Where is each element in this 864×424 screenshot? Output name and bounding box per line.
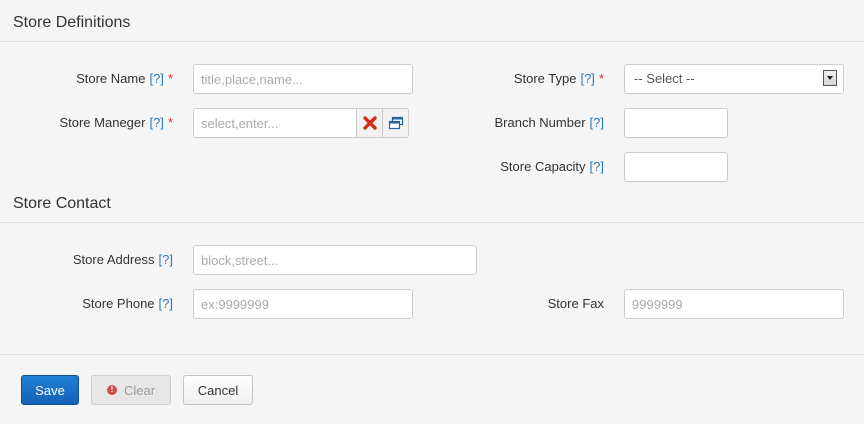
store-type-help-link[interactable]: [?] bbox=[580, 71, 594, 86]
store-phone-help-link[interactable]: [?] bbox=[159, 296, 173, 311]
store-capacity-input[interactable] bbox=[624, 152, 728, 182]
store-manager-input[interactable] bbox=[193, 108, 357, 138]
form-actions-divider bbox=[0, 354, 864, 355]
store-manager-label: Store Maneger [?] * bbox=[59, 115, 173, 131]
save-button-label: Save bbox=[35, 382, 65, 398]
store-name-input[interactable] bbox=[193, 64, 413, 94]
clear-button[interactable]: ! Clear bbox=[91, 375, 171, 405]
store-manager-label-text: Store Maneger bbox=[59, 115, 146, 130]
store-manager-lookup-button[interactable] bbox=[382, 108, 409, 138]
branch-number-input[interactable] bbox=[624, 108, 728, 138]
alert-circle-icon: ! bbox=[106, 385, 117, 395]
store-name-help-link[interactable]: [?] bbox=[149, 71, 163, 86]
section-title-store-definitions: Store Definitions bbox=[13, 14, 131, 31]
branch-number-label: Branch Number [?] bbox=[494, 115, 604, 131]
store-manager-required-marker: * bbox=[167, 115, 173, 130]
dropdown-arrow-icon[interactable] bbox=[823, 70, 837, 86]
store-type-select[interactable]: -- Select -- bbox=[624, 64, 844, 94]
windows-lookup-icon bbox=[388, 116, 403, 130]
section-divider bbox=[0, 41, 864, 42]
store-type-selected-value: -- Select -- bbox=[634, 71, 695, 86]
branch-number-help-link[interactable]: [?] bbox=[590, 115, 604, 130]
store-name-label-text: Store Name bbox=[76, 71, 146, 86]
store-address-label: Store Address [?] bbox=[73, 252, 173, 268]
store-fax-label: Store Fax bbox=[548, 296, 604, 312]
store-phone-label-text: Store Phone bbox=[82, 296, 155, 311]
store-address-help-link[interactable]: [?] bbox=[159, 252, 173, 267]
store-address-input[interactable] bbox=[193, 245, 477, 275]
section-divider bbox=[0, 222, 864, 223]
save-button[interactable]: Save bbox=[21, 375, 79, 405]
store-fax-input[interactable] bbox=[624, 289, 844, 319]
cancel-button-label: Cancel bbox=[197, 382, 239, 398]
store-name-required-marker: * bbox=[167, 71, 173, 86]
store-type-required-marker: * bbox=[598, 71, 604, 86]
store-type-label: Store Type [?] * bbox=[514, 71, 604, 87]
store-type-label-text: Store Type bbox=[513, 71, 577, 86]
section-title-store-contact: Store Contact bbox=[13, 195, 111, 212]
store-fax-label-text: Store Fax bbox=[547, 296, 604, 311]
store-name-label: Store Name [?] * bbox=[76, 71, 173, 87]
store-capacity-label: Store Capacity [?] bbox=[500, 159, 604, 175]
store-address-label-text: Store Address bbox=[72, 252, 155, 267]
clear-button-label: Clear bbox=[123, 382, 156, 398]
store-manager-help-link[interactable]: [?] bbox=[149, 115, 163, 130]
red-x-icon bbox=[362, 116, 377, 130]
store-capacity-help-link[interactable]: [?] bbox=[590, 159, 604, 174]
store-capacity-label-text: Store Capacity bbox=[500, 159, 586, 174]
store-phone-label: Store Phone [?] bbox=[82, 296, 173, 312]
branch-number-label-text: Branch Number bbox=[494, 115, 586, 130]
store-phone-input[interactable] bbox=[193, 289, 413, 319]
store-manager-clear-button[interactable] bbox=[356, 108, 383, 138]
cancel-button[interactable]: Cancel bbox=[183, 375, 253, 405]
